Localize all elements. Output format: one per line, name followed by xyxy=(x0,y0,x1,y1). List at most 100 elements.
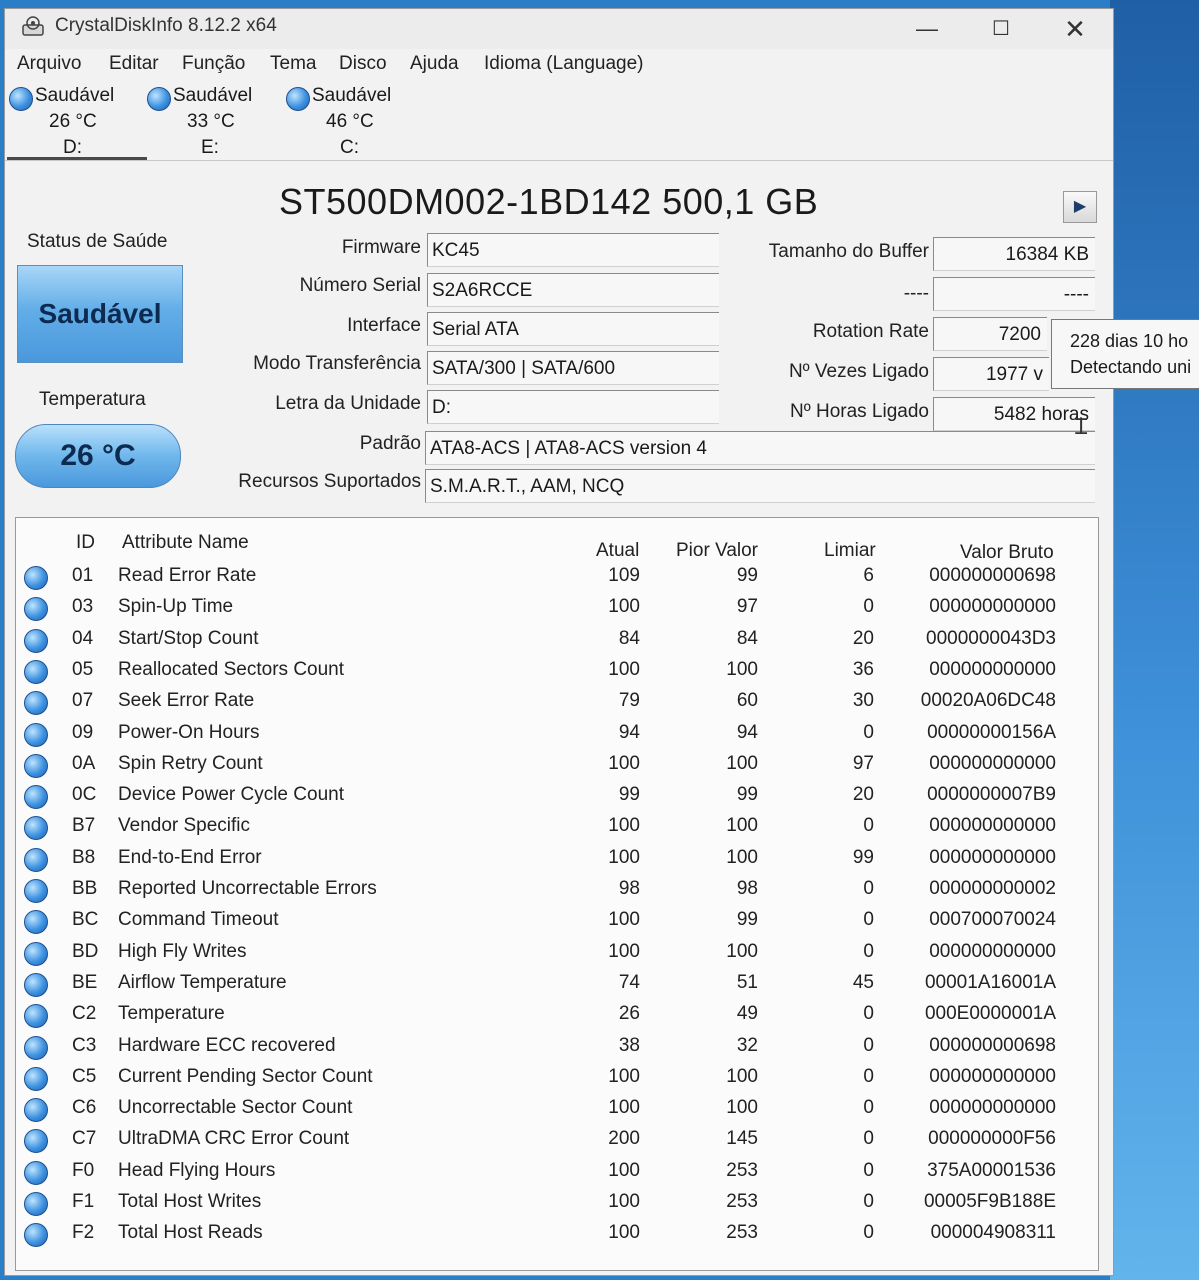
attribute-threshold: 97 xyxy=(852,752,874,774)
table-row[interactable]: F2 Total Host Reads 100 253 0 000004908311 xyxy=(16,1219,1098,1250)
table-row[interactable]: 01 Read Error Rate 109 99 6 000000000698 xyxy=(16,562,1098,593)
attribute-id: F2 xyxy=(72,1222,95,1244)
health-status-icon xyxy=(24,910,48,935)
interface-label: Interface xyxy=(347,315,421,336)
health-status-icon xyxy=(24,1160,48,1185)
menu-ajuda[interactable]: Ajuda xyxy=(410,53,459,75)
drive-tab-c[interactable]: Saudável 46 °C C: xyxy=(282,83,412,159)
attribute-threshold: 0 xyxy=(863,878,874,899)
attribute-raw-value: 000000000698 xyxy=(929,1034,1056,1056)
minimize-button[interactable]: — xyxy=(905,13,949,45)
health-status-icon xyxy=(24,659,48,684)
table-row[interactable]: 03 Spin-Up Time 100 97 0 000000000000 xyxy=(16,593,1098,624)
menu-tema[interactable]: Tema xyxy=(270,53,316,75)
attribute-name: Command Timeout xyxy=(118,909,279,931)
col-threshold-header[interactable]: Limiar xyxy=(824,540,876,562)
table-row[interactable]: 05 Reallocated Sectors Count 100 100 36 00000… xyxy=(16,656,1098,687)
transfer-mode-field: SATA/300 | SATA/600 xyxy=(427,351,719,385)
table-row[interactable]: C5 Current Pending Sector Count 100 100 0 000… xyxy=(16,1063,1098,1094)
attribute-current: 100 xyxy=(608,752,640,774)
drive-status: Saudável xyxy=(35,85,115,106)
table-row[interactable]: F0 Head Flying Hours 100 253 0 375A00001536 xyxy=(16,1157,1098,1188)
table-row[interactable]: C3 Hardware ECC recovered 38 32 0 00000000069… xyxy=(16,1032,1098,1063)
col-raw-header[interactable]: Valor Bruto xyxy=(960,542,1054,564)
title-bar[interactable]: CrystalDiskInfo 8.12.2 x64 — ☐ ✕ xyxy=(5,9,1113,49)
table-row[interactable]: F1 Total Host Writes 100 253 0 00005F9B188E xyxy=(16,1188,1098,1219)
power-on-hours-field[interactable]: 5482 horas xyxy=(933,397,1095,431)
menu-disco[interactable]: Disco xyxy=(339,53,387,75)
attribute-current: 84 xyxy=(618,627,640,649)
rotation-rate-label: Rotation Rate xyxy=(812,321,929,342)
attribute-raw-value: 000E0000001A xyxy=(924,1003,1056,1025)
attribute-threshold: 30 xyxy=(852,690,874,712)
menu-editar[interactable]: Editar xyxy=(109,53,159,75)
attribute-id: B7 xyxy=(72,815,96,837)
attribute-name: Total Host Reads xyxy=(118,1222,263,1244)
attribute-id: BC xyxy=(72,909,99,931)
drive-status: Saudável xyxy=(173,85,253,106)
menu-arquivo[interactable]: Arquivo xyxy=(17,53,81,75)
col-name-header[interactable]: Attribute Name xyxy=(122,532,249,554)
table-row[interactable]: C2 Temperature 26 49 0 000E0000001A xyxy=(16,1000,1098,1031)
attribute-name: Head Flying Hours xyxy=(118,1159,276,1181)
close-button[interactable]: ✕ xyxy=(1053,13,1097,45)
attribute-id: 0A xyxy=(72,752,96,774)
smart-attributes-table[interactable]: ID Attribute Name Atual Pior Valor Limia… xyxy=(15,517,1099,1271)
table-row[interactable]: BB Reported Uncorrectable Errors 98 98 0 0000… xyxy=(16,875,1098,906)
standard-field: ATA8-ACS | ATA8-ACS version 4 xyxy=(425,431,1095,465)
attribute-worst: 100 xyxy=(726,1097,758,1119)
table-row[interactable]: BD High Fly Writes 100 100 0 000000000000 xyxy=(16,938,1098,969)
table-row[interactable]: B8 End-to-End Error 100 100 99 000000000000 xyxy=(16,844,1098,875)
table-row[interactable]: BE Airflow Temperature 74 51 45 00001A16001A xyxy=(16,969,1098,1000)
attribute-id: 09 xyxy=(72,721,94,743)
drive-tab-e[interactable]: Saudável 33 °C E: xyxy=(143,83,273,159)
attribute-current: 26 xyxy=(618,1003,640,1025)
attribute-current: 100 xyxy=(608,1065,640,1087)
attribute-id: C6 xyxy=(72,1097,97,1119)
health-status-label: Status de Saúde xyxy=(27,231,168,252)
attribute-raw-value: 000000000000 xyxy=(929,846,1056,868)
table-row[interactable]: 07 Seek Error Rate 79 60 30 00020A06DC48 xyxy=(16,687,1098,718)
health-status-icon xyxy=(24,1004,48,1029)
maximize-button[interactable]: ☐ xyxy=(979,13,1023,45)
attribute-current: 74 xyxy=(618,971,640,993)
table-row[interactable]: 04 Start/Stop Count 84 84 20 0000000043D3 xyxy=(16,625,1098,656)
attribute-worst: 145 xyxy=(726,1128,758,1150)
table-row[interactable]: BC Command Timeout 100 99 0 000700070024 xyxy=(16,906,1098,937)
next-disk-button[interactable]: ▶ xyxy=(1063,191,1097,223)
attribute-worst: 51 xyxy=(736,971,758,993)
table-row[interactable]: C7 UltraDMA CRC Error Count 200 145 0 0000000… xyxy=(16,1125,1098,1156)
attribute-raw-value: 375A00001536 xyxy=(927,1159,1056,1181)
health-status-icon xyxy=(24,879,48,903)
health-status-icon xyxy=(24,941,48,966)
temperature-indicator[interactable]: 26 °C xyxy=(15,424,181,488)
attribute-threshold: 0 xyxy=(863,721,874,743)
col-current-header[interactable]: Atual xyxy=(596,540,639,562)
buffer-size-field: 16384 KB xyxy=(933,237,1095,271)
table-row[interactable]: 09 Power-On Hours 94 94 0 00000000156A xyxy=(16,719,1098,750)
table-row[interactable]: B7 Vendor Specific 100 100 0 000000000000 xyxy=(16,812,1098,843)
attribute-name: Start/Stop Count xyxy=(118,627,259,649)
attribute-current: 100 xyxy=(608,846,640,868)
col-id-header[interactable]: ID xyxy=(76,532,95,554)
attribute-raw-value: 000000000000 xyxy=(929,596,1056,618)
attribute-current: 200 xyxy=(608,1128,640,1150)
attribute-name: Power-On Hours xyxy=(118,721,260,743)
table-row[interactable]: 0C Device Power Cycle Count 99 99 20 00000000… xyxy=(16,781,1098,812)
drive-tab-d[interactable]: Saudável 26 °C D: xyxy=(5,83,135,159)
attribute-name: Total Host Writes xyxy=(118,1191,262,1212)
menu-idioma[interactable]: Idioma (Language) xyxy=(484,53,644,75)
attribute-raw-value: 000000000002 xyxy=(929,878,1056,899)
attribute-threshold: 45 xyxy=(852,971,874,993)
col-worst-header[interactable]: Pior Valor xyxy=(676,540,758,562)
attribute-worst: 99 xyxy=(736,909,758,931)
attribute-worst: 253 xyxy=(726,1159,758,1181)
attribute-raw-value: 000000000000 xyxy=(929,1097,1056,1119)
table-row[interactable]: C6 Uncorrectable Sector Count 100 100 0 00000… xyxy=(16,1094,1098,1125)
menu-funcao[interactable]: Função xyxy=(182,53,245,75)
attribute-id: BB xyxy=(72,878,98,899)
serial-field: S2A6RCCE xyxy=(427,273,719,307)
health-status-button[interactable]: Saudável xyxy=(17,265,183,363)
table-row[interactable]: 0A Spin Retry Count 100 100 97 000000000000 xyxy=(16,750,1098,781)
attribute-name: Vendor Specific xyxy=(118,815,251,837)
